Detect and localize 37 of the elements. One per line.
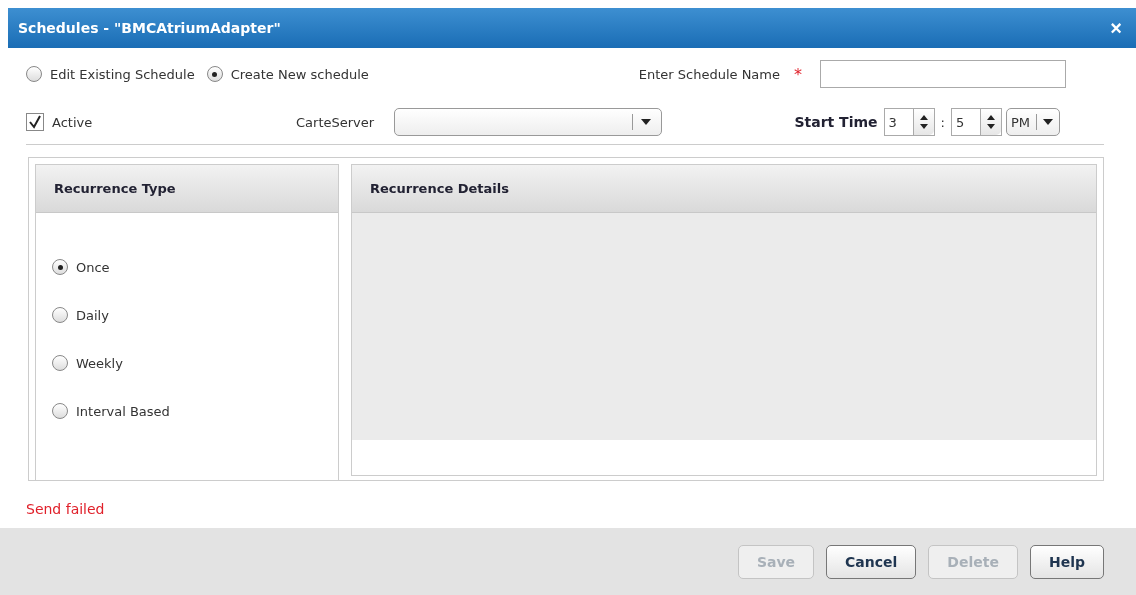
spinner-arrows-icon[interactable] bbox=[979, 109, 1001, 135]
panel-title: Recurrence Details bbox=[370, 181, 509, 196]
close-button[interactable]: × bbox=[1106, 16, 1126, 40]
dialog-button[interactable]: Help bbox=[1029, 544, 1104, 579]
radio-button[interactable] bbox=[52, 403, 68, 419]
schedule-name-field[interactable] bbox=[820, 60, 1066, 88]
radio-label: Weekly bbox=[76, 355, 123, 371]
server-dropdown[interactable] bbox=[394, 108, 663, 136]
spinner-arrows-icon[interactable] bbox=[912, 109, 934, 135]
radio-option[interactable]: Interval Based bbox=[52, 403, 338, 419]
period-dropdown[interactable]: PM bbox=[1005, 108, 1060, 136]
schedule-name-label: Enter Schedule Name bbox=[638, 66, 780, 82]
radio-label: Daily bbox=[76, 307, 109, 323]
active-checkbox[interactable] bbox=[26, 113, 44, 131]
dialog-button[interactable]: Cancel bbox=[826, 544, 917, 579]
radio-label: Interval Based bbox=[76, 403, 170, 419]
radio-button[interactable] bbox=[206, 66, 223, 82]
hour-spinner[interactable]: 3 bbox=[883, 108, 935, 136]
radio-button[interactable] bbox=[26, 66, 42, 82]
radio-button[interactable] bbox=[52, 307, 68, 323]
status-message: Send failed bbox=[26, 501, 106, 517]
radio-option[interactable]: Once bbox=[52, 259, 338, 275]
minute-spinner[interactable]: 5 bbox=[950, 108, 1002, 136]
radio-button[interactable] bbox=[52, 259, 68, 275]
radio-option[interactable]: Weekly bbox=[52, 355, 338, 371]
server-label: CarteServer bbox=[296, 114, 375, 130]
window-title: Schedules - "BMCAtriumAdapter" bbox=[18, 20, 281, 36]
panel-title: Recurrence Type bbox=[54, 181, 176, 196]
radio-option[interactable]: Daily bbox=[52, 307, 338, 323]
active-label: Active bbox=[52, 114, 93, 130]
caret-icon bbox=[641, 119, 652, 125]
required-mark: * bbox=[794, 64, 802, 84]
time-separator: : bbox=[939, 114, 946, 130]
radio-button[interactable] bbox=[52, 355, 68, 371]
start-time-label: Start Time bbox=[794, 114, 878, 130]
radio-label: Once bbox=[76, 259, 110, 275]
caret-icon bbox=[1043, 119, 1053, 125]
